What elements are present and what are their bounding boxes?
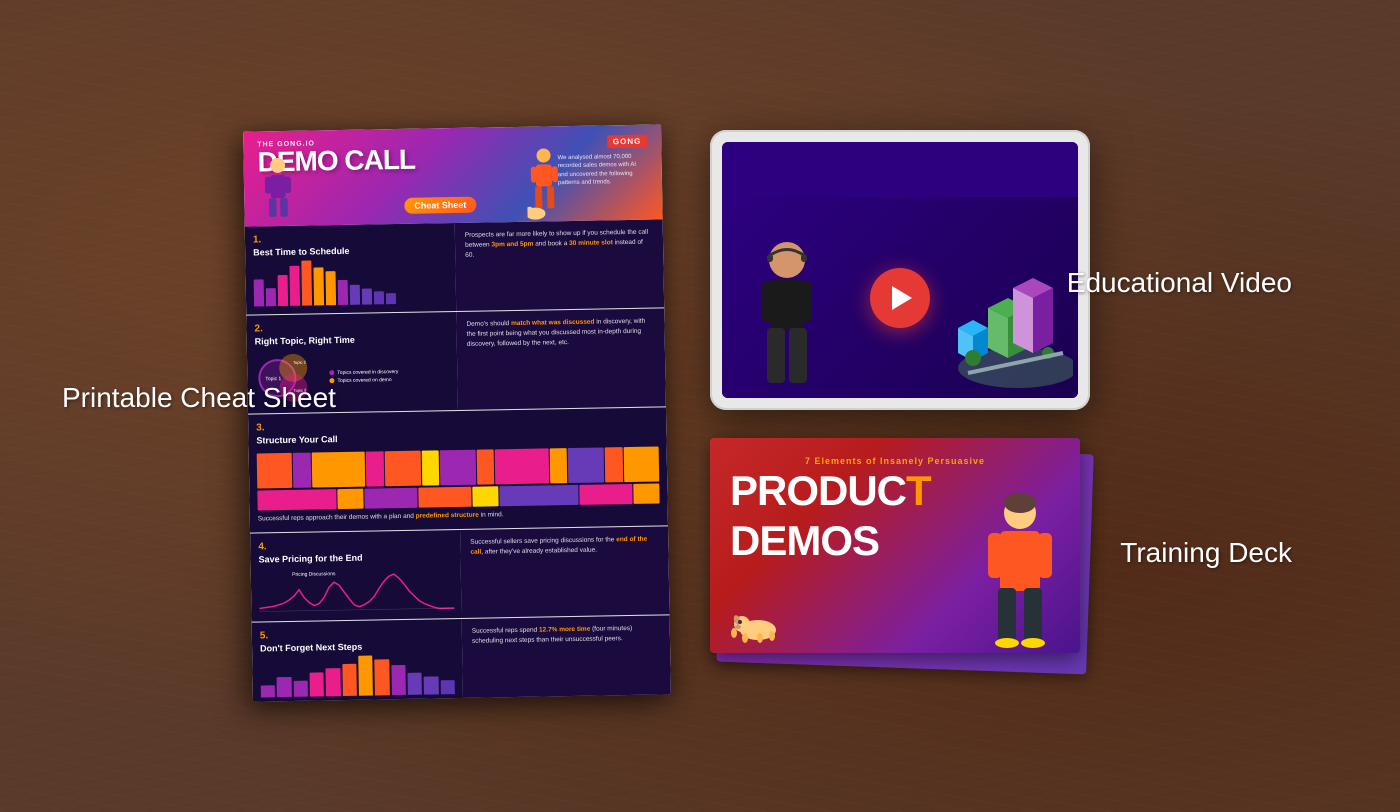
tablet-person-icon — [732, 238, 842, 398]
play-triangle-icon — [892, 286, 912, 310]
cs-s5-text: Successful reps spend 12.7% more time (f… — [472, 623, 660, 646]
cs-section-1: 1. Best Time to Schedule — [245, 219, 664, 315]
cs-bar-chart-1 — [253, 258, 448, 306]
tablet-content — [722, 197, 1078, 398]
cs-s5-title: Don't Forget Next Steps — [260, 640, 454, 653]
deck-top-text: 7 Elements of Insanely Persuasive — [710, 438, 1080, 466]
svg-text:Pricing Discussions: Pricing Discussions — [292, 571, 336, 578]
cs-section-4: 4. Save Pricing for the End Pricing Disc… — [250, 526, 669, 622]
cs-s5-bars — [260, 654, 455, 697]
cs-side-text: We analysed almost 70,000 recorded sales… — [557, 153, 648, 188]
cs-s3-num: 3. — [256, 421, 337, 433]
tablet-screen — [722, 142, 1078, 398]
tablet[interactable] — [710, 130, 1090, 410]
cs-structure-bars — [257, 446, 660, 488]
scene: The Gong.io DEMO CALL GONG We analysed a… — [0, 0, 1400, 812]
label-educational: Educational Video — [1067, 265, 1292, 301]
cs-s2-text: Demo's should match what was discussed i… — [466, 317, 654, 350]
cs-section-5: 5. Don't Forget Next Steps — [252, 615, 671, 702]
cs-s1-num: 1. — [253, 231, 447, 245]
cs-s4-num: 4. — [258, 538, 452, 552]
tablet-top-bar — [722, 142, 1078, 197]
deck-front: 7 Elements of Insanely Persuasive PRODUC… — [710, 438, 1080, 653]
cs-cheat-badge: Cheat Sheet — [404, 197, 476, 214]
tablet-video-thumb — [722, 197, 1078, 398]
svg-text:Topic 2: Topic 2 — [293, 360, 307, 365]
cs-s1-text: Prospects are far more likely to show up… — [465, 228, 653, 261]
label-training: Training Deck — [1120, 535, 1292, 571]
cheat-sheet-header: The Gong.io DEMO CALL GONG We analysed a… — [243, 124, 663, 226]
label-cheat-sheet: Printable Cheat Sheet — [62, 380, 336, 416]
training-deck[interactable]: 7 Elements of Insanely Persuasive PRODUC… — [710, 438, 1090, 668]
tablet-frame — [710, 130, 1090, 410]
cs-gong-logo: GONG — [607, 135, 648, 149]
tablet-city-icon — [918, 258, 1073, 398]
cs-s4-text: Successful sellers save pricing discussi… — [470, 534, 658, 557]
cs-person-right-icon — [526, 146, 562, 222]
cs-person-left-icon — [257, 156, 298, 227]
cs-s4-title: Save Pricing for the End — [258, 551, 452, 564]
cs-s3-text: Successful reps approach their demos wit… — [258, 507, 660, 524]
deck-dog-icon — [730, 608, 780, 643]
cs-s1-title: Best Time to Schedule — [253, 244, 447, 257]
cs-line-chart: Pricing Discussions — [259, 565, 454, 613]
cs-s2-title: Right Topic, Right Time — [255, 333, 449, 346]
cs-structure-bars-2 — [257, 483, 659, 510]
cs-s2-num: 2. — [254, 320, 448, 334]
cs-section-3: 3. Structure Your Call — [248, 407, 668, 533]
deck-person-icon — [970, 493, 1070, 653]
cs-s5-num: 5. — [260, 627, 454, 641]
tablet-play-button[interactable] — [870, 268, 930, 328]
cs-s3-title: Structure Your Call — [256, 434, 337, 445]
